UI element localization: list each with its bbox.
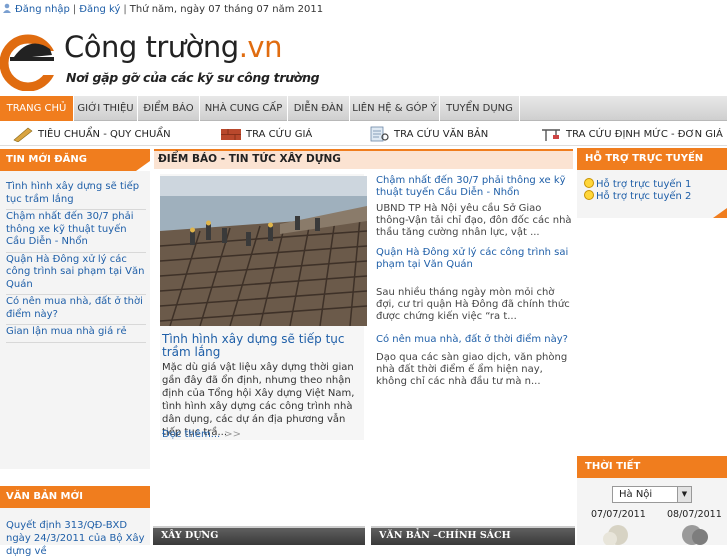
news-item-title[interactable]: Quận Hà Đông xử lý các công trình sai ph… bbox=[376, 247, 572, 271]
news-item-title[interactable]: Có nên mua nhà, đất ở thời điểm này? bbox=[376, 334, 572, 346]
policy-section-heading: VĂN BẢN –CHÍNH SÁCH bbox=[371, 526, 575, 545]
user-icon bbox=[2, 3, 12, 13]
site-logo[interactable]: Công trường.vn Nơi gặp gỡ của các kỹ sư … bbox=[0, 26, 320, 91]
pencil-icon bbox=[12, 126, 34, 143]
crane-icon bbox=[540, 126, 562, 142]
list-item[interactable]: Quận Hà Đông xử lý các công trình sai ph… bbox=[6, 253, 146, 295]
site-name: Công trường.vn bbox=[64, 30, 282, 64]
nav-item-contact[interactable]: LIÊN HỆ & GÓP Ý bbox=[350, 96, 440, 121]
document-icon bbox=[368, 126, 390, 142]
storm-icon bbox=[682, 525, 708, 545]
construction-section-heading: XÂY DỰNG bbox=[153, 526, 365, 545]
date-text: Thứ năm, ngày 07 tháng 07 năm 2011 bbox=[129, 4, 324, 15]
chevron-down-icon: ▼ bbox=[677, 487, 691, 502]
news-item-summary: UBND TP Hà Nội yêu cầu Sở Giao thông-Vận… bbox=[376, 203, 572, 238]
nav-item-jobs[interactable]: TUYỂN DỤNG bbox=[440, 96, 520, 121]
nav-item-forum[interactable]: DIỄN ĐÀN bbox=[288, 96, 350, 121]
list-item[interactable]: Chậm nhất đến 30/7 phải thông xe kỹ thuậ… bbox=[6, 210, 146, 253]
login-link[interactable]: Đăng nhập bbox=[15, 4, 70, 15]
smiley-icon bbox=[584, 178, 594, 188]
featured-article-title[interactable]: Tình hình xây dựng sẽ tiếp tục trầm lắng bbox=[162, 333, 362, 359]
site-slogan: Nơi gặp gỡ của các kỹ sư công trường bbox=[66, 70, 320, 85]
new-document-link[interactable]: Quyết định 313/QĐ-BXD ngày 24/3/2011 của… bbox=[6, 519, 146, 558]
news-section-heading: ĐIỂM BÁO - TIN TỨC XÂY DỰNG bbox=[154, 149, 573, 169]
news-item: Có nên mua nhà, đất ở thời điểm này? Dạo… bbox=[376, 334, 572, 388]
nav-item-news[interactable]: ĐIỂM BÁO bbox=[138, 96, 200, 121]
nav-item-suppliers[interactable]: NHÀ CUNG CẤP bbox=[200, 96, 288, 121]
support-item-1[interactable]: Hỗ trợ trực tuyến 1 bbox=[584, 178, 691, 190]
latest-news-heading: TIN MỚI ĐĂNG bbox=[0, 149, 150, 171]
weather-heading: THỜI TIẾT bbox=[577, 456, 727, 478]
subnav-documents[interactable]: TRA CỨU VĂN BẢN bbox=[368, 124, 488, 146]
new-documents-heading: VĂN BẢN MỚI bbox=[0, 486, 150, 508]
news-item-summary: Sau nhiều tháng ngày mòn mỏi chờ đợi, cư… bbox=[376, 287, 570, 322]
bricks-icon bbox=[220, 126, 242, 142]
subnav-prices[interactable]: TRA CỨU GIÁ bbox=[220, 124, 312, 146]
helmet-logo-icon bbox=[0, 34, 60, 91]
weather-city-select[interactable]: Hà Nội ▼ bbox=[612, 486, 692, 503]
cloudy-icon bbox=[603, 525, 628, 545]
register-link[interactable]: Đăng ký bbox=[79, 4, 120, 15]
list-item[interactable]: Có nên mua nhà, đất ở thời điểm này? bbox=[6, 295, 146, 325]
latest-news-list: Tình hình xây dựng sẽ tiếp tục trầm lắng… bbox=[6, 180, 146, 343]
support-item-2[interactable]: Hỗ trợ trực tuyến 2 bbox=[584, 190, 691, 202]
smiley-icon bbox=[584, 190, 594, 200]
featured-article-image[interactable] bbox=[160, 176, 367, 326]
list-item[interactable]: Tình hình xây dựng sẽ tiếp tục trầm lắng bbox=[6, 180, 146, 210]
nav-item-home[interactable]: TRANG CHỦ bbox=[0, 96, 74, 121]
news-item-summary: Dạo qua các sàn giao dịch, văn phòng nhà… bbox=[376, 352, 568, 387]
subnav-standards[interactable]: TIÊU CHUẨN - QUY CHUẨN bbox=[12, 124, 171, 146]
subnav-norms[interactable]: TRA CỨU ĐỊNH MỨC - ĐƠN GIÁ bbox=[540, 124, 723, 146]
top-bar: Đăng nhập | Đăng ký | Thứ năm, ngày 07 tháng… bbox=[0, 0, 727, 18]
news-item: Chậm nhất đến 30/7 phải thông xe kỹ thuậ… bbox=[376, 175, 572, 239]
read-more-link[interactable]: Đọc thêm... >> bbox=[162, 429, 241, 440]
weather-date-tomorrow: 08/07/2011 bbox=[667, 509, 722, 520]
nav-item-about[interactable]: GIỚI THIỆU bbox=[74, 96, 138, 121]
online-support-heading: HỖ TRỢ TRỰC TUYẾN bbox=[577, 148, 727, 170]
news-item-title[interactable]: Chậm nhất đến 30/7 phải thông xe kỹ thuậ… bbox=[376, 175, 572, 199]
weather-date-today: 07/07/2011 bbox=[591, 509, 646, 520]
news-item: Quận Hà Đông xử lý các công trình sai ph… bbox=[376, 247, 572, 323]
main-nav: TRANG CHỦ GIỚI THIỆU ĐIỂM BÁO NHÀ CUNG C… bbox=[0, 96, 727, 121]
sub-nav: TIÊU CHUẨN - QUY CHUẨN TRA CỨU GIÁ TRA C… bbox=[0, 122, 727, 146]
list-item[interactable]: Gian lận mua nhà giá rẻ bbox=[6, 325, 146, 343]
featured-article-summary: Mặc dù giá vật liệu xây dựng thời gian g… bbox=[162, 362, 355, 438]
